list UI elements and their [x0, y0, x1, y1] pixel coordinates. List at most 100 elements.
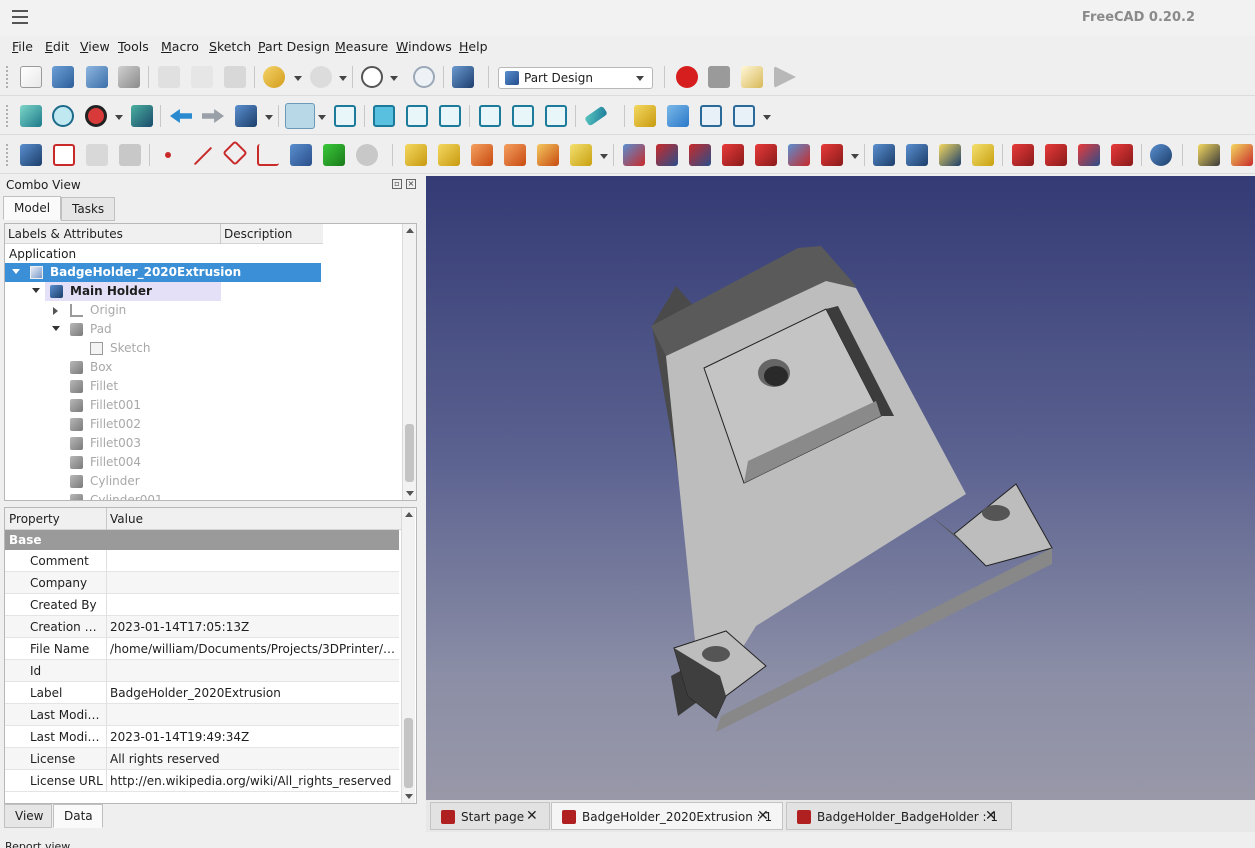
chevron-down-icon[interactable] — [32, 288, 40, 293]
additive-primitive-dropdown-arrow-icon[interactable] — [600, 154, 608, 159]
property-row[interactable]: Creation Date2023-01-14T17:05:13Z — [5, 616, 399, 638]
doc-tab-badgeholder-2020extrusion[interactable]: BadgeHolder_2020Extrusion : 1 ✕ — [551, 802, 783, 830]
property-group-base[interactable]: Base — [5, 530, 399, 550]
open-document-icon[interactable] — [52, 66, 74, 88]
datum-line-icon[interactable] — [193, 146, 213, 166]
property-row[interactable]: Comment — [5, 550, 399, 572]
paste-icon[interactable] — [224, 66, 246, 88]
doc-tab-start-page[interactable]: Start page ✕ — [430, 802, 550, 830]
link-actions-dropdown-arrow-icon[interactable] — [763, 115, 771, 120]
redo-dropdown-arrow-icon[interactable] — [339, 76, 347, 81]
menu-edit[interactable]: Edit — [45, 39, 69, 54]
tab-tasks[interactable]: Tasks — [61, 197, 116, 221]
close-icon[interactable]: ✕ — [985, 808, 997, 824]
sync-view-icon[interactable] — [235, 105, 257, 127]
tree-item-box[interactable]: Box — [5, 358, 321, 377]
menu-macro[interactable]: Macro — [161, 39, 199, 54]
pad-icon[interactable] — [405, 144, 427, 166]
top-view-icon[interactable] — [406, 105, 428, 127]
groove-icon[interactable] — [689, 144, 711, 166]
tree-item-cylinder001[interactable]: Cylinder001 — [5, 491, 321, 500]
fit-all-icon[interactable] — [20, 105, 42, 127]
tree-item-pad[interactable]: Pad — [5, 320, 321, 339]
redo-icon[interactable] — [310, 66, 332, 88]
macro-play-icon[interactable] — [774, 66, 796, 88]
scroll-down-icon[interactable] — [406, 491, 414, 496]
subtractive-helix-icon[interactable] — [788, 144, 810, 166]
scroll-thumb[interactable] — [404, 718, 413, 788]
subtractive-primitive-dropdown-arrow-icon[interactable] — [851, 154, 859, 159]
tree-item-fillet003[interactable]: Fillet003 — [5, 434, 321, 453]
undo-dropdown-arrow-icon[interactable] — [294, 76, 302, 81]
macro-record-icon[interactable] — [676, 66, 698, 88]
clone-icon[interactable] — [86, 144, 108, 166]
isometric-view-icon[interactable] — [334, 105, 356, 127]
fillet-icon[interactable] — [1012, 144, 1034, 166]
datum-plane-icon[interactable] — [222, 140, 248, 166]
draw-style-dropdown-arrow-icon[interactable] — [115, 115, 123, 120]
menu-sketch[interactable]: Sketch — [209, 39, 251, 54]
tab-model[interactable]: Model — [3, 196, 62, 220]
tree-item-fillet[interactable]: Fillet — [5, 377, 321, 396]
whats-this-icon[interactable] — [452, 66, 474, 88]
create-group-icon[interactable] — [667, 105, 689, 127]
tree-item-fillet001[interactable]: Fillet001 — [5, 396, 321, 415]
create-part-icon[interactable] — [634, 105, 656, 127]
copy-icon[interactable] — [191, 66, 213, 88]
measure-distance-icon[interactable] — [584, 105, 608, 127]
tab-data[interactable]: Data — [53, 804, 103, 828]
right-view-icon[interactable] — [439, 105, 461, 127]
property-row[interactable]: File Name/home/william/Documents/Project… — [5, 638, 399, 660]
property-scrollbar[interactable] — [401, 508, 415, 803]
datum-point-icon[interactable] — [165, 152, 171, 158]
menu-help[interactable]: Help — [459, 39, 488, 54]
sync-view-dropdown-arrow-icon[interactable] — [265, 115, 273, 120]
property-row[interactable]: License URL http://en.wikipedia.org/wiki/… — [5, 770, 399, 792]
property-row[interactable]: Created By — [5, 594, 399, 616]
additive-loft-icon[interactable] — [471, 144, 493, 166]
scroll-thumb[interactable] — [405, 424, 414, 482]
draw-style-icon[interactable] — [85, 105, 107, 127]
macro-stop-icon[interactable] — [708, 66, 730, 88]
linear-pattern-icon[interactable] — [906, 144, 928, 166]
hole-icon[interactable] — [656, 144, 678, 166]
badge-holder-model[interactable] — [426, 176, 1255, 800]
close-icon[interactable]: ✕ — [526, 808, 538, 824]
link-icon[interactable] — [700, 105, 722, 127]
chamfer-icon[interactable] — [1045, 144, 1067, 166]
close-icon[interactable]: ✕ — [757, 808, 769, 824]
tree-item-sketch[interactable]: Sketch — [5, 339, 321, 358]
tree-item-document[interactable]: BadgeHolder_2020Extrusion — [5, 263, 321, 282]
front-view-icon[interactable] — [373, 105, 395, 127]
tree-item-fillet002[interactable]: Fillet002 — [5, 415, 321, 434]
migrate-icon[interactable] — [1231, 144, 1253, 166]
bottom-view-icon[interactable] — [512, 105, 534, 127]
menu-tools[interactable]: Tools — [118, 39, 149, 54]
tree-item-origin[interactable]: Origin — [5, 301, 321, 320]
property-row[interactable]: Label BadgeHolder_2020Extrusion — [5, 682, 399, 704]
tree-item-cylinder[interactable]: Cylinder — [5, 472, 321, 491]
subtractive-pipe-icon[interactable] — [755, 144, 777, 166]
recompute-icon[interactable] — [413, 66, 435, 88]
shape-binder-icon[interactable] — [53, 144, 75, 166]
tab-view[interactable]: View — [4, 804, 52, 828]
cut-icon[interactable] — [158, 66, 180, 88]
undo-icon[interactable] — [263, 66, 285, 88]
thickness-icon[interactable] — [1111, 144, 1133, 166]
arrow-right-icon[interactable] — [202, 109, 224, 123]
menu-windows[interactable]: Windows — [396, 39, 452, 54]
additive-primitive-icon[interactable] — [570, 144, 592, 166]
sub-shape-binder-icon[interactable] — [119, 144, 141, 166]
scroll-up-icon[interactable] — [405, 512, 413, 517]
property-row[interactable]: Id — [5, 660, 399, 682]
property-row[interactable]: Last Modifi... — [5, 704, 399, 726]
clone-shape-icon[interactable] — [356, 144, 378, 166]
chevron-down-icon[interactable] — [52, 326, 60, 331]
link-actions-icon[interactable] — [733, 105, 755, 127]
shape-binder-2-icon[interactable] — [290, 144, 312, 166]
menu-file[interactable]: File — [12, 39, 33, 54]
mirrored-icon[interactable] — [873, 144, 895, 166]
zoom-icon[interactable] — [285, 103, 315, 129]
scroll-up-icon[interactable] — [406, 228, 414, 233]
print-icon[interactable] — [118, 66, 140, 88]
